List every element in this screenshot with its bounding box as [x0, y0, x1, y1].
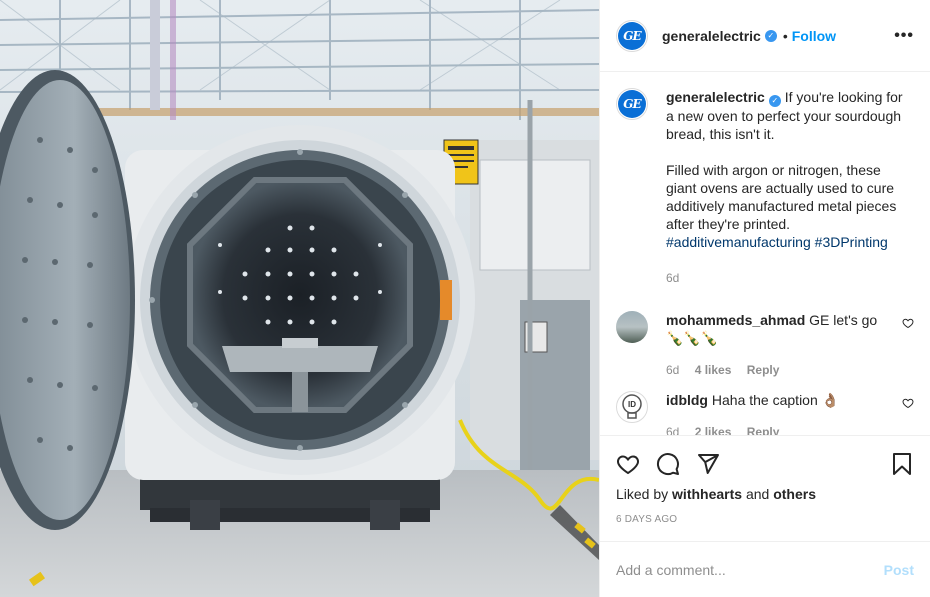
like-comment-heart-icon[interactable]	[902, 397, 914, 409]
follow-button[interactable]: Follow	[792, 28, 836, 44]
reply-button[interactable]: Reply	[747, 363, 780, 377]
instagram-post-modal: GE generalelectric ✓ • Follow ••• GE gen…	[0, 0, 930, 597]
comment-emoji: 👌🏽	[821, 392, 840, 408]
comment-likes[interactable]: 4 likes	[695, 363, 732, 377]
comment-body: mohammeds_ahmad GE let's go 🍾🍾🍾 6d 4 lik…	[666, 311, 894, 379]
post-actions: Liked by withhearts and others 6 DAYS AG…	[600, 435, 930, 541]
likes-summary: Liked by withhearts and others	[616, 486, 914, 502]
id-avatar-label: ID	[628, 400, 636, 409]
caption-text-2: Filled with argon or nitrogen, these gia…	[666, 162, 897, 232]
caption: GE generalelectric ✓ If you're looking fo…	[616, 88, 914, 287]
separator-dot: •	[782, 27, 788, 44]
avatar[interactable]	[616, 311, 648, 343]
comment-item: ID idbldg Haha the caption 👌🏽 6d 2 likes…	[616, 391, 914, 435]
liked-by-and: and	[745, 486, 770, 502]
post-header: GE generalelectric ✓ • Follow •••	[600, 0, 930, 72]
comment-timestamp[interactable]: 6d	[666, 425, 679, 435]
comment-body: idbldg Haha the caption 👌🏽 6d 2 likes Re…	[666, 391, 894, 435]
caption-body: generalelectric ✓ If you're looking for a…	[666, 88, 914, 287]
action-bar	[616, 444, 914, 484]
ge-logo-icon: GE	[618, 21, 646, 50]
comment-timestamp[interactable]: 6d	[666, 363, 679, 377]
liked-by-prefix: Liked by	[616, 486, 669, 502]
bookmark-icon[interactable]	[890, 452, 914, 476]
comment-item: mohammeds_ahmad GE let's go 🍾🍾🍾 6d 4 lik…	[616, 311, 914, 379]
post-date[interactable]: 6 DAYS AGO	[616, 514, 914, 525]
caption-meta: 6d	[666, 269, 914, 287]
comment-likes[interactable]: 2 likes	[695, 425, 732, 435]
comment-text: GE let's go	[809, 312, 878, 328]
hashtag-link[interactable]: #additivemanufacturing	[666, 234, 811, 250]
industrial-oven-photo	[0, 0, 599, 597]
verified-icon: ✓	[764, 29, 777, 42]
avatar[interactable]: GE	[616, 19, 648, 52]
comment-meta: 6d 2 likes Reply	[666, 423, 894, 435]
comment-text: Haha the caption	[711, 392, 818, 408]
comment-emoji: 🍾🍾🍾	[666, 330, 719, 346]
hashtag-link[interactable]: #3DPrinting	[815, 234, 888, 250]
post-side-panel: GE generalelectric ✓ • Follow ••• GE gen…	[599, 0, 930, 597]
avatar[interactable]: GE	[616, 88, 648, 120]
verified-icon: ✓	[768, 95, 781, 107]
post-photo[interactable]	[0, 0, 599, 597]
share-icon[interactable]	[696, 452, 720, 476]
post-comment-button[interactable]: Post	[884, 562, 914, 578]
comment-username[interactable]: idbldg	[666, 392, 708, 408]
header-user: generalelectric ✓ • Follow	[662, 28, 836, 44]
reply-button[interactable]: Reply	[747, 425, 780, 435]
post-author-username[interactable]: generalelectric	[662, 28, 761, 44]
avatar[interactable]: ID	[616, 391, 648, 423]
caption-timestamp[interactable]: 6d	[666, 271, 679, 285]
like-comment-heart-icon[interactable]	[902, 317, 914, 329]
comment-username[interactable]: mohammeds_ahmad	[666, 312, 805, 328]
ge-logo-icon: GE	[618, 90, 646, 118]
liked-by-user-link[interactable]: withhearts	[672, 486, 742, 502]
comments-section: GE generalelectric ✓ If you're looking fo…	[600, 72, 930, 435]
lightbulb-icon: ID	[622, 394, 642, 419]
heart-icon[interactable]	[616, 452, 640, 476]
liked-by-others-link[interactable]: others	[773, 486, 816, 502]
comment-icon[interactable]	[656, 452, 680, 476]
more-options-icon[interactable]: •••	[894, 27, 914, 45]
comment-meta: 6d 4 likes Reply	[666, 361, 894, 379]
comment-composer: Post	[600, 541, 930, 597]
caption-username[interactable]: generalelectric	[666, 89, 765, 105]
comment-input[interactable]	[616, 561, 884, 578]
